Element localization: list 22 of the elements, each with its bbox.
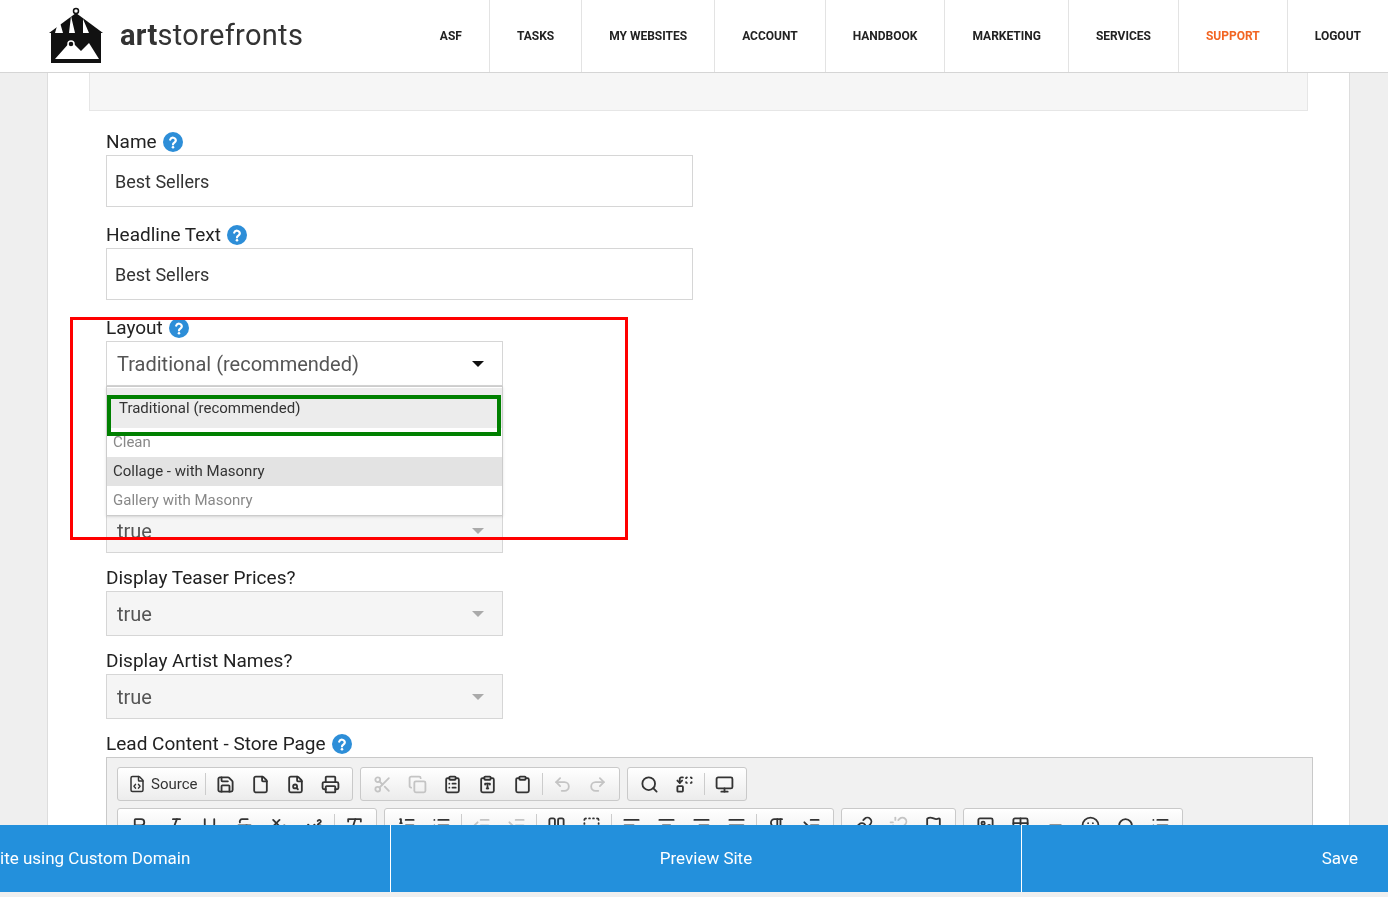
nav-link[interactable]: ASF <box>412 0 490 72</box>
nav-link[interactable]: LOGOUT <box>1287 0 1388 72</box>
dropdown-option[interactable]: Collage - with Masonry <box>107 457 502 486</box>
logo-text[interactable]: artstorefronts <box>120 14 304 58</box>
nav-link[interactable]: SERVICES <box>1068 0 1179 72</box>
field-label: Lead Content - Store Page <box>106 730 326 757</box>
text-field[interactable]: Best Sellers <box>106 248 693 300</box>
nav-link[interactable]: ACCOUNT <box>715 0 826 72</box>
select-field[interactable]: true <box>106 591 503 636</box>
text-field[interactable]: Best Sellers <box>106 155 693 207</box>
nav-link[interactable]: MARKETING <box>945 0 1069 72</box>
field-label: Name <box>106 128 157 155</box>
field-label: Headline Text <box>106 221 221 248</box>
dropdown-option[interactable]: Gallery with Masonry <box>107 486 502 515</box>
field-label: Layout <box>106 314 163 341</box>
nav-link[interactable]: TASKS <box>489 0 583 72</box>
select-field[interactable]: true <box>106 674 503 719</box>
field-label: Display Artist Names? <box>106 647 293 674</box>
field-label: Display Teaser Prices? <box>106 564 296 591</box>
nav-link[interactable]: HANDBOOK <box>825 0 946 72</box>
select-field[interactable]: Traditional (recommended) <box>106 341 503 386</box>
nav-link[interactable]: MY WEBSITES <box>582 0 716 72</box>
